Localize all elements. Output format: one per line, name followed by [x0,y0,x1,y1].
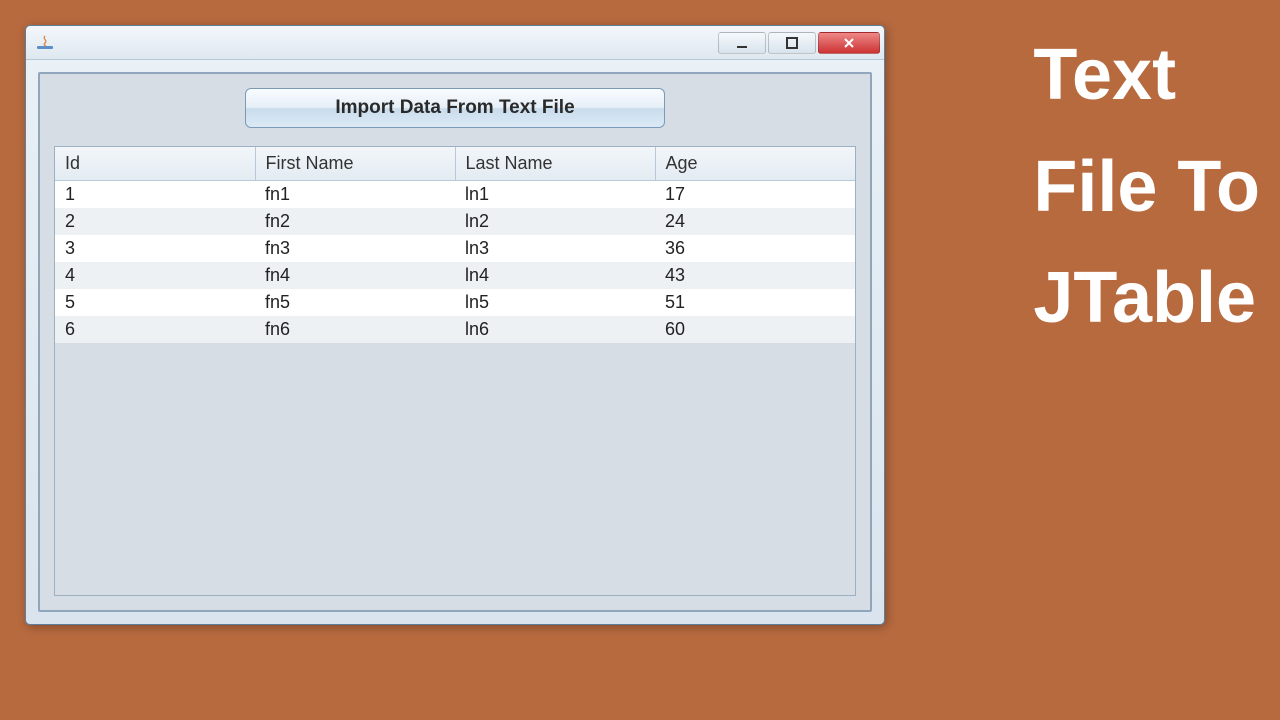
col-first-name[interactable]: First Name [255,147,455,181]
side-line-2: File To [1033,132,1260,244]
table-row[interactable]: 5fn5ln551 [55,289,855,316]
table-container[interactable]: Id First Name Last Name Age 1fn1ln1172fn… [54,146,856,596]
table-cell[interactable]: 5 [55,289,255,316]
table-cell[interactable]: 60 [655,316,855,343]
table-cell[interactable]: 4 [55,262,255,289]
col-age[interactable]: Age [655,147,855,181]
table-cell[interactable]: fn5 [255,289,455,316]
minimize-button[interactable] [718,32,766,54]
table-row[interactable]: 3fn3ln336 [55,235,855,262]
close-button[interactable] [818,32,880,54]
table-cell[interactable]: fn2 [255,208,455,235]
table-cell[interactable]: 17 [655,181,855,209]
table-row[interactable]: 6fn6ln660 [55,316,855,343]
table-cell[interactable]: 36 [655,235,855,262]
window-content: Import Data From Text File Id First Name… [26,60,884,624]
side-line-3: JTable [1033,243,1260,355]
table-cell[interactable]: fn6 [255,316,455,343]
table-header-row: Id First Name Last Name Age [55,147,855,181]
table-row[interactable]: 1fn1ln117 [55,181,855,209]
table-cell[interactable]: ln4 [455,262,655,289]
application-window: Import Data From Text File Id First Name… [25,25,885,625]
table-cell[interactable]: ln1 [455,181,655,209]
table-cell[interactable]: 3 [55,235,255,262]
maximize-button[interactable] [768,32,816,54]
titlebar[interactable] [26,26,884,60]
table-cell[interactable]: ln5 [455,289,655,316]
table-cell[interactable]: 1 [55,181,255,209]
table-cell[interactable]: 51 [655,289,855,316]
table-cell[interactable]: fn4 [255,262,455,289]
table-cell[interactable]: ln2 [455,208,655,235]
table-cell[interactable]: fn3 [255,235,455,262]
table-cell[interactable]: 6 [55,316,255,343]
table-row[interactable]: 2fn2ln224 [55,208,855,235]
side-line-1: Text [1033,20,1260,132]
col-id[interactable]: Id [55,147,255,181]
import-button[interactable]: Import Data From Text File [245,88,665,128]
table-cell[interactable]: ln6 [455,316,655,343]
java-icon [36,34,54,52]
table-cell[interactable]: ln3 [455,235,655,262]
data-table: Id First Name Last Name Age 1fn1ln1172fn… [55,147,855,343]
window-controls [718,32,880,54]
main-panel: Import Data From Text File Id First Name… [38,72,872,612]
table-cell[interactable]: 2 [55,208,255,235]
table-cell[interactable]: 24 [655,208,855,235]
col-last-name[interactable]: Last Name [455,147,655,181]
side-heading: Text File To JTable [1033,20,1260,355]
table-row[interactable]: 4fn4ln443 [55,262,855,289]
table-cell[interactable]: fn1 [255,181,455,209]
table-cell[interactable]: 43 [655,262,855,289]
